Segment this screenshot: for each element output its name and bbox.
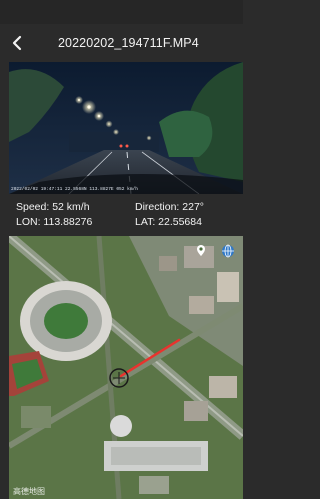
file-title: 20220202_194711F.MP4 — [58, 36, 199, 50]
latitude-label: LAT: 22.55684 — [135, 216, 202, 228]
video-frame — [9, 62, 243, 194]
satellite-map[interactable]: 高德地图 — [9, 236, 243, 499]
gps-info-panel: Speed: 52 km/h Direction: 227° LON: 113.… — [0, 196, 243, 236]
map-pin-icon — [197, 245, 205, 256]
video-overlay-stamp: 2022/02/02 19:47:11 22.5568N 113.8827E 0… — [11, 187, 138, 192]
globe-icon — [222, 244, 234, 258]
speed-label: Speed: 52 km/h — [16, 201, 90, 213]
chevron-left-icon — [12, 35, 22, 51]
video-player[interactable]: 2022/02/02 19:47:11 22.5568N 113.8827E 0… — [9, 62, 243, 194]
map-provider-logo: 高德地图 — [13, 487, 45, 496]
longitude-label: LON: 113.88276 — [16, 216, 93, 228]
header: 20220202_194711F.MP4 — [0, 24, 243, 62]
status-bar — [0, 0, 243, 24]
direction-label: Direction: 227° — [135, 201, 204, 213]
map-imagery — [9, 236, 243, 499]
back-button[interactable] — [0, 24, 34, 62]
layers-button[interactable] — [219, 242, 237, 260]
location-button[interactable] — [192, 242, 210, 260]
